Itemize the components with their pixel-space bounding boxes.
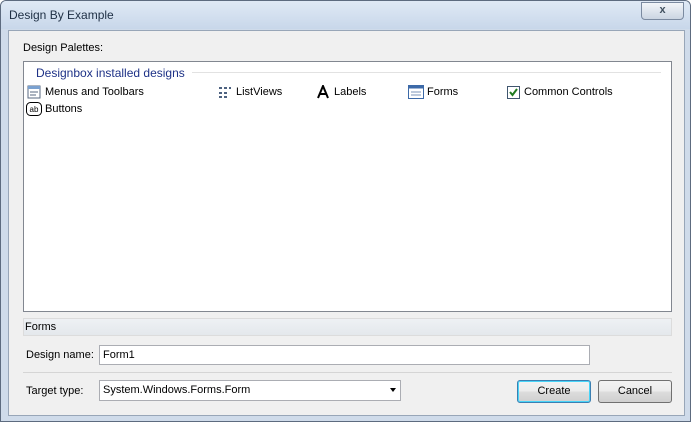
palette-item-label: ListViews — [236, 86, 283, 98]
checkbox-icon — [505, 84, 521, 100]
target-type-value: System.Windows.Forms.Form — [103, 384, 251, 396]
button-icon: ab — [26, 101, 42, 117]
design-name-value: Form1 — [103, 349, 135, 361]
palette-item-listviews[interactable]: ListViews — [217, 84, 282, 100]
palette-item-buttons[interactable]: ab Buttons — [26, 101, 82, 117]
palette-item-label: Menus and Toolbars — [45, 86, 144, 98]
group-divider — [192, 72, 661, 73]
dialog-client-area: Design Palettes: Designbox installed des… — [8, 30, 685, 416]
label-icon — [315, 84, 331, 100]
listview-icon — [217, 84, 233, 100]
selection-status-bar: Forms — [23, 318, 672, 336]
palette-item-labels[interactable]: Labels — [315, 84, 366, 100]
design-palettes-list[interactable]: Designbox installed designs Menus and To… — [23, 61, 672, 312]
palette-item-menus-toolbars[interactable]: Menus and Toolbars — [26, 84, 144, 100]
design-name-input[interactable]: Form1 — [99, 345, 590, 365]
palette-item-label: Labels — [334, 86, 367, 98]
menu-toolbar-icon — [26, 84, 42, 100]
cancel-button[interactable]: Cancel — [598, 380, 672, 403]
dialog-window: Design By Example x Design Palettes: Des… — [0, 0, 691, 422]
palette-item-forms[interactable]: Forms — [408, 84, 458, 100]
target-type-select[interactable]: System.Windows.Forms.Form — [99, 380, 401, 401]
divider — [23, 372, 672, 373]
form-icon — [408, 84, 424, 100]
status-text: Forms — [25, 321, 57, 333]
svg-text:ab: ab — [30, 105, 39, 114]
design-palettes-label: Design Palettes: — [23, 42, 104, 54]
palette-item-label: Buttons — [45, 103, 83, 115]
palette-item-common-controls[interactable]: Common Controls — [505, 84, 613, 100]
palette-item-label: Forms — [427, 86, 459, 98]
chevron-down-icon[interactable] — [390, 388, 396, 392]
close-button[interactable]: x — [641, 2, 684, 20]
design-name-label: Design name: — [26, 349, 94, 361]
create-button[interactable]: Create — [517, 380, 591, 403]
group-header: Designbox installed designs — [36, 66, 185, 80]
window-title: Design By Example — [9, 8, 114, 22]
title-bar[interactable]: Design By Example x — [1, 1, 690, 29]
target-type-label: Target type: — [26, 385, 84, 397]
palette-item-label: Common Controls — [524, 86, 613, 98]
